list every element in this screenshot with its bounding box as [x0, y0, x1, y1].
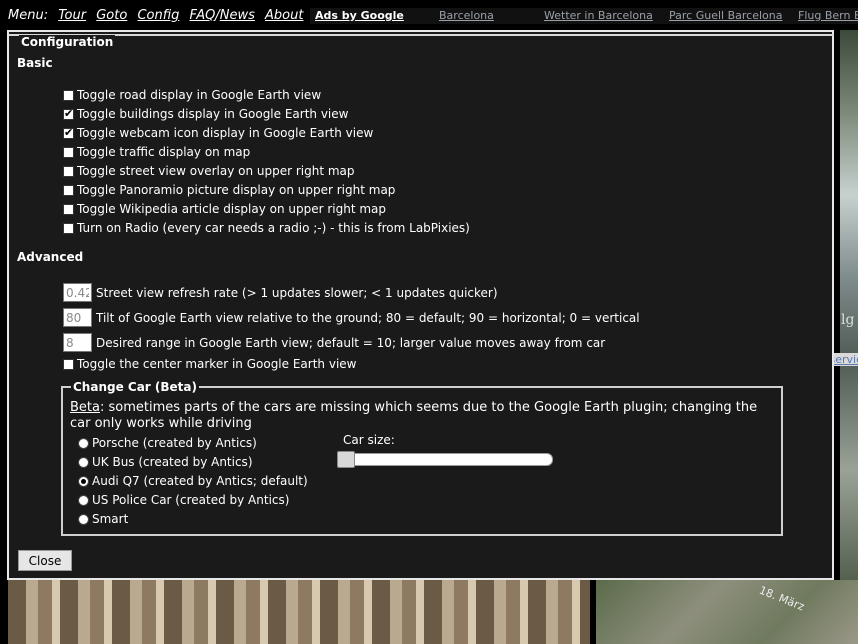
beta-word: Beta — [70, 400, 100, 415]
option-label: Toggle street view overlay on upper righ… — [77, 164, 355, 178]
background-text: lg — [841, 312, 855, 328]
radio[interactable] — [78, 456, 89, 468]
menu-news[interactable]: News — [220, 8, 255, 23]
option-label: Toggle webcam icon display in Google Ear… — [77, 126, 374, 140]
config-dialog: Configuration Basic Toggle road display … — [7, 30, 834, 580]
menu-label: Menu: — [8, 8, 49, 23]
option-label: Toggle the center marker in Google Earth… — [77, 357, 357, 371]
radio-label: Porsche (created by Antics) — [92, 436, 257, 450]
car-option-porsche[interactable]: Porsche (created by Antics) — [78, 436, 257, 450]
menu-config[interactable]: Config — [137, 8, 179, 23]
radio-label: Smart — [92, 512, 129, 526]
car-option-smart[interactable]: Smart — [78, 512, 128, 526]
checkbox[interactable] — [63, 126, 74, 139]
option-label: Toggle buildings display in Google Earth… — [77, 107, 349, 121]
input-label: Street view refresh rate (> 1 updates sl… — [96, 285, 498, 300]
ads-title[interactable]: Ads by Google — [315, 9, 404, 22]
radio[interactable] — [78, 475, 89, 487]
option-label: Toggle Wikipedia article display on uppe… — [77, 202, 387, 216]
advanced-title: Advanced — [17, 250, 84, 264]
main-menu: Menu: Tour Goto Config FAQ/News About — [8, 8, 303, 23]
option-label: Toggle traffic display on map — [77, 145, 251, 159]
option-label: Toggle Panoramio picture display on uppe… — [77, 183, 396, 197]
checkbox[interactable] — [63, 203, 74, 215]
range-row: Desired range in Google Earth view; defa… — [63, 333, 605, 352]
input-label: Tilt of Google Earth view relative to th… — [96, 310, 640, 325]
ad-link[interactable]: Barcelona — [439, 9, 494, 22]
background-earth-view — [840, 30, 858, 580]
menu-goto[interactable]: Goto — [96, 8, 127, 23]
radio-label: Audi Q7 (created by Antics; default) — [92, 474, 308, 488]
tilt-row: Tilt of Google Earth view relative to th… — [63, 308, 640, 327]
refresh-rate-input[interactable] — [63, 283, 92, 302]
option-webcam[interactable]: Toggle webcam icon display in Google Ear… — [63, 126, 373, 140]
refresh-rate-row: Street view refresh rate (> 1 updates sl… — [63, 283, 498, 302]
range-input[interactable] — [63, 333, 92, 352]
checkbox[interactable] — [63, 146, 74, 158]
option-panoramio[interactable]: Toggle Panoramio picture display on uppe… — [63, 183, 395, 197]
checkbox[interactable] — [63, 107, 74, 120]
beta-note-text: : sometimes parts of the cars are missin… — [70, 400, 758, 431]
change-car-fieldset: Change Car (Beta) Beta: sometimes parts … — [61, 380, 783, 536]
ad-link[interactable]: Wetter in Barcelona — [544, 9, 653, 22]
option-buildings[interactable]: Toggle buildings display in Google Earth… — [63, 107, 348, 121]
menu-about[interactable]: About — [265, 8, 303, 23]
tilt-input[interactable] — [63, 308, 92, 327]
config-fieldset: Configuration Basic Toggle road display … — [9, 34, 834, 578]
radio[interactable] — [78, 513, 89, 525]
option-label: Turn on Radio (every car needs a radio ;… — [77, 221, 470, 235]
radio[interactable] — [78, 494, 89, 506]
option-road[interactable]: Toggle road display in Google Earth view — [63, 88, 321, 102]
top-bar: Menu: Tour Goto Config FAQ/News About Ad… — [0, 0, 858, 30]
car-size-slider-track[interactable] — [337, 453, 553, 466]
option-street-view[interactable]: Toggle street view overlay on upper righ… — [63, 164, 355, 178]
checkbox[interactable] — [63, 89, 74, 101]
car-option-police[interactable]: US Police Car (created by Antics) — [78, 493, 289, 507]
car-size-label: Car size: — [343, 433, 395, 447]
radio-label: UK Bus (created by Antics) — [92, 455, 253, 469]
checkbox[interactable] — [63, 222, 74, 234]
car-option-audi-q7[interactable]: Audi Q7 (created by Antics; default) — [78, 474, 308, 488]
option-traffic[interactable]: Toggle traffic display on map — [63, 145, 250, 159]
menu-faq[interactable]: FAQ — [190, 8, 216, 23]
change-car-legend: Change Car (Beta) — [71, 380, 199, 394]
car-size-slider-handle[interactable] — [337, 451, 355, 468]
menu-tour[interactable]: Tour — [58, 8, 86, 23]
car-option-uk-bus[interactable]: UK Bus (created by Antics) — [78, 455, 253, 469]
option-label: Toggle road display in Google Earth view — [77, 88, 322, 102]
background-map — [596, 580, 858, 644]
checkbox[interactable] — [63, 165, 74, 177]
ad-link[interactable]: Flug Bern Ba — [798, 9, 858, 22]
background-photo — [8, 580, 590, 644]
option-wikipedia[interactable]: Toggle Wikipedia article display on uppe… — [63, 202, 386, 216]
checkbox[interactable] — [63, 184, 74, 196]
ads-bar: Ads by Google Barcelona Wetter in Barcel… — [310, 8, 858, 24]
beta-note: Beta: sometimes parts of the cars are mi… — [70, 400, 770, 432]
checkbox[interactable] — [63, 358, 74, 370]
input-label: Desired range in Google Earth view; defa… — [96, 335, 606, 350]
option-center-marker[interactable]: Toggle the center marker in Google Earth… — [63, 357, 356, 371]
close-button[interactable]: Close — [18, 550, 72, 571]
config-legend: Configuration — [19, 35, 116, 49]
radio-label: US Police Car (created by Antics) — [92, 493, 290, 507]
radio[interactable] — [78, 437, 89, 449]
ad-link[interactable]: Parc Guell Barcelona — [669, 9, 782, 22]
basic-title: Basic — [17, 56, 53, 70]
option-radio[interactable]: Turn on Radio (every car needs a radio ;… — [63, 221, 470, 235]
